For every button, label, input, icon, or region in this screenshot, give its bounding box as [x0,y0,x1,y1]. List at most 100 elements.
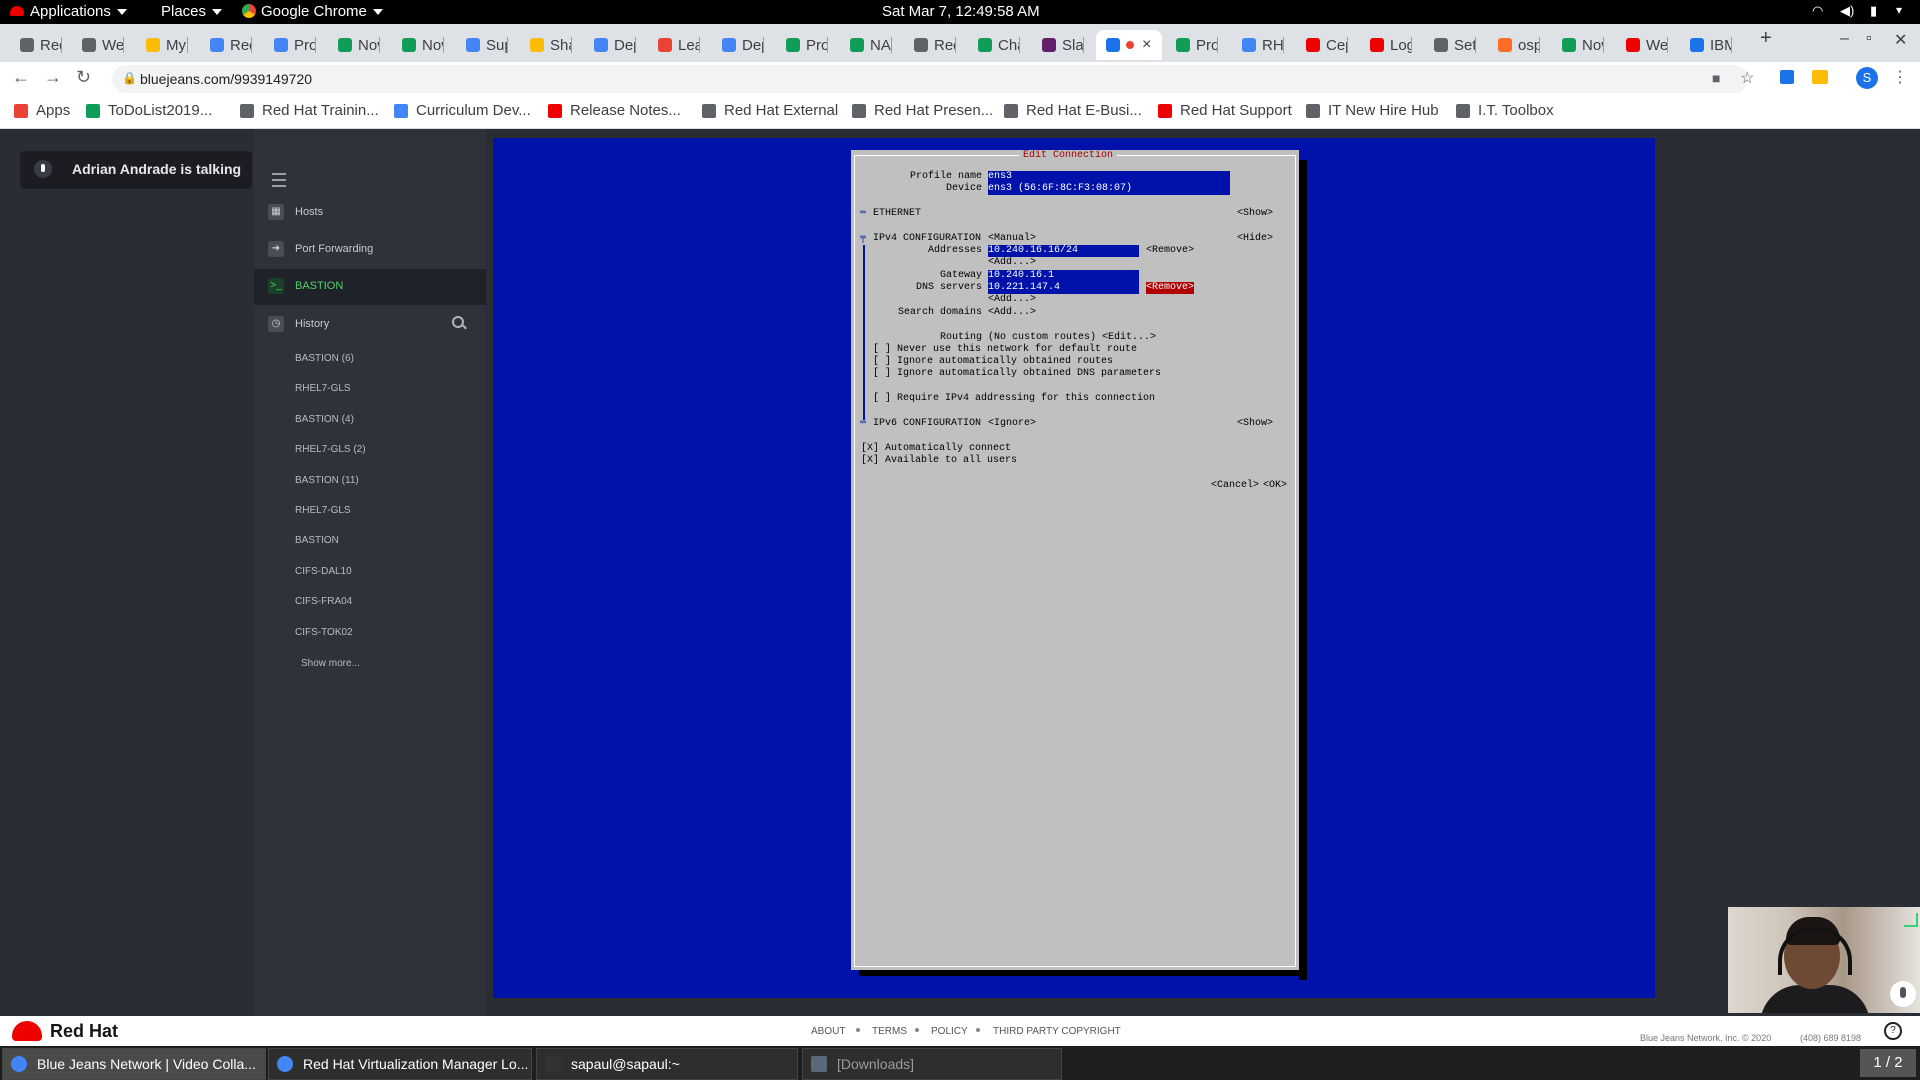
nav-history[interactable]: ◷ History [254,307,486,341]
device-field[interactable]: ens3 (56:6F:8C:F3:08:07) [988,183,1230,195]
browser-tab[interactable]: Cep [1296,30,1348,60]
bookmark-item[interactable]: Release Notes... [548,102,681,119]
browser-tab[interactable]: Red [10,30,62,60]
browser-tab[interactable]: Sha [520,30,572,60]
ethernet-show-button[interactable]: <Show> [1237,208,1273,220]
clock[interactable]: Sat Mar 7, 12:49:58 AM [882,3,1040,20]
never-default-route-checkbox[interactable]: [ ] Never use this network for default r… [873,344,1137,356]
browser-tab[interactable]: × [1096,30,1162,60]
address-field[interactable]: 10.240.16.16/24 [988,245,1139,257]
browser-tab[interactable]: Cha [968,30,1020,60]
mute-microphone-button[interactable] [1890,981,1916,1007]
close-window-icon[interactable]: ✕ [1894,30,1907,50]
ipv4-mode-select[interactable]: <Manual> [988,233,1036,245]
gateway-field[interactable]: 10.240.16.1 [988,270,1139,282]
browser-tab[interactable]: Dep [584,30,636,60]
chevron-down-icon[interactable]: ▾ [1896,3,1902,17]
terminal-screen[interactable]: Edit Connection Profile name ens3 Device… [493,138,1655,998]
add-search-domain-button[interactable]: <Add...> [988,307,1036,319]
auto-connect-checkbox[interactable]: [X] Automatically connect [861,443,1011,455]
browser-tab[interactable]: We [72,30,124,60]
history-item[interactable]: BASTION (4) [295,414,354,425]
menu-icon[interactable] [272,173,286,187]
bookmark-item[interactable]: Apps [14,102,70,119]
back-icon[interactable]: ← [12,67,30,88]
bookmark-item[interactable]: Curriculum Dev... [394,102,531,119]
browser-tab[interactable]: IBM [1680,30,1732,60]
help-icon[interactable]: ? [1884,1022,1902,1040]
bookmark-item[interactable]: Red Hat E-Busi... [1004,102,1142,119]
more-icon[interactable]: ⋮ [1892,67,1908,87]
browser-tab[interactable]: RHV [1232,30,1284,60]
history-item[interactable]: RHEL7-GLS [295,505,351,516]
close-tab-icon[interactable]: × [1142,36,1151,54]
wifi-icon[interactable]: ◠ [1812,3,1823,19]
browser-tab[interactable]: Proj [264,30,316,60]
new-tab-icon[interactable]: + [1760,27,1772,50]
ok-button[interactable]: <OK> [1263,480,1287,492]
bookmark-item[interactable]: Red Hat External [702,102,838,119]
camera-icon[interactable]: ■ [1712,70,1720,86]
dns-field[interactable]: 10.221.147.4 [988,282,1139,294]
taskbar-window-button[interactable]: Blue Jeans Network | Video Colla... [2,1048,266,1080]
forward-icon[interactable]: → [44,67,62,88]
bookmark-item[interactable]: ToDoList2019... [86,102,212,119]
browser-tab[interactable]: Red [904,30,956,60]
browser-tab[interactable]: Red [200,30,252,60]
history-item[interactable]: BASTION [295,535,339,546]
browser-tab[interactable]: My [136,30,188,60]
remove-dns-button[interactable]: <Remove> [1146,282,1195,294]
nav-hosts[interactable]: ▦ Hosts [254,195,486,229]
browser-tab[interactable]: Slac [1032,30,1084,60]
history-item[interactable]: CIFS-DAL10 [295,566,352,577]
cancel-button[interactable]: <Cancel> [1211,480,1259,492]
history-item[interactable]: CIFS-TOK02 [295,627,353,638]
maximize-icon[interactable]: ▫ [1866,30,1872,48]
history-item[interactable]: BASTION (11) [295,475,359,486]
browser-tab[interactable]: Nov [328,30,380,60]
all-users-checkbox[interactable]: [X] Available to all users [861,455,1017,467]
browser-tab[interactable]: NA [840,30,892,60]
third-party-link[interactable]: THIRD PARTY COPYRIGHT [993,1026,1121,1037]
policy-link[interactable]: POLICY [931,1026,968,1037]
about-link[interactable]: ABOUT [811,1026,845,1037]
bookmark-item[interactable]: Red Hat Trainin... [240,102,379,119]
add-dns-button[interactable]: <Add...> [988,294,1036,306]
taskbar-window-button[interactable]: Red Hat Virtualization Manager Lo... [268,1048,532,1080]
browser-tab[interactable]: Log [1360,30,1412,60]
history-item[interactable]: CIFS-FRA04 [295,596,352,607]
browser-tab[interactable]: Nov [1552,30,1604,60]
ipv6-mode-select[interactable]: <Ignore> [988,418,1036,430]
add-address-button[interactable]: <Add...> [988,257,1036,269]
browser-tab[interactable]: Sett [1424,30,1476,60]
places-menu[interactable]: Places [161,3,223,20]
ignore-dns-checkbox[interactable]: [ ] Ignore automatically obtained DNS pa… [873,368,1161,380]
search-icon[interactable] [452,316,464,328]
nav-bastion[interactable]: >_ BASTION [254,269,486,305]
routing-edit-button[interactable]: (No custom routes) <Edit...> [988,332,1156,344]
battery-icon[interactable]: ▮ [1870,3,1877,19]
profile-name-field[interactable]: ens3 [988,171,1230,183]
browser-tab[interactable]: Dep [712,30,764,60]
require-ipv4-checkbox[interactable]: [ ] Require IPv4 addressing for this con… [873,393,1155,405]
browser-tab[interactable]: Sup [456,30,508,60]
browser-tab[interactable]: Nov [392,30,444,60]
taskbar-window-button[interactable]: sapaul@sapaul:~ [536,1048,798,1080]
history-item[interactable]: RHEL7-GLS [295,383,351,394]
profile-avatar[interactable]: S [1856,67,1878,89]
bookmark-item[interactable]: IT New Hire Hub [1306,102,1439,119]
applications-menu[interactable]: Applications [10,3,127,20]
ipv4-hide-button[interactable]: <Hide> [1237,233,1273,245]
address-bar[interactable]: 🔒 bluejeans.com/9939149720 ■ [112,65,1748,93]
history-item[interactable]: RHEL7-GLS (2) [295,444,366,455]
ignore-routes-checkbox[interactable]: [ ] Ignore automatically obtained routes [873,356,1113,368]
bookmark-item[interactable]: Red Hat Support [1158,102,1292,119]
bookmark-item[interactable]: I.T. Toolbox [1456,102,1554,119]
browser-tab[interactable]: Proj [776,30,828,60]
browser-tab[interactable]: Lea [648,30,700,60]
extension-icon[interactable] [1780,70,1794,84]
reload-icon[interactable]: ↻ [76,67,91,88]
remove-address-button[interactable]: <Remove> [1146,245,1194,257]
history-item[interactable]: BASTION (6) [295,353,354,364]
extension-icon[interactable] [1812,70,1828,84]
